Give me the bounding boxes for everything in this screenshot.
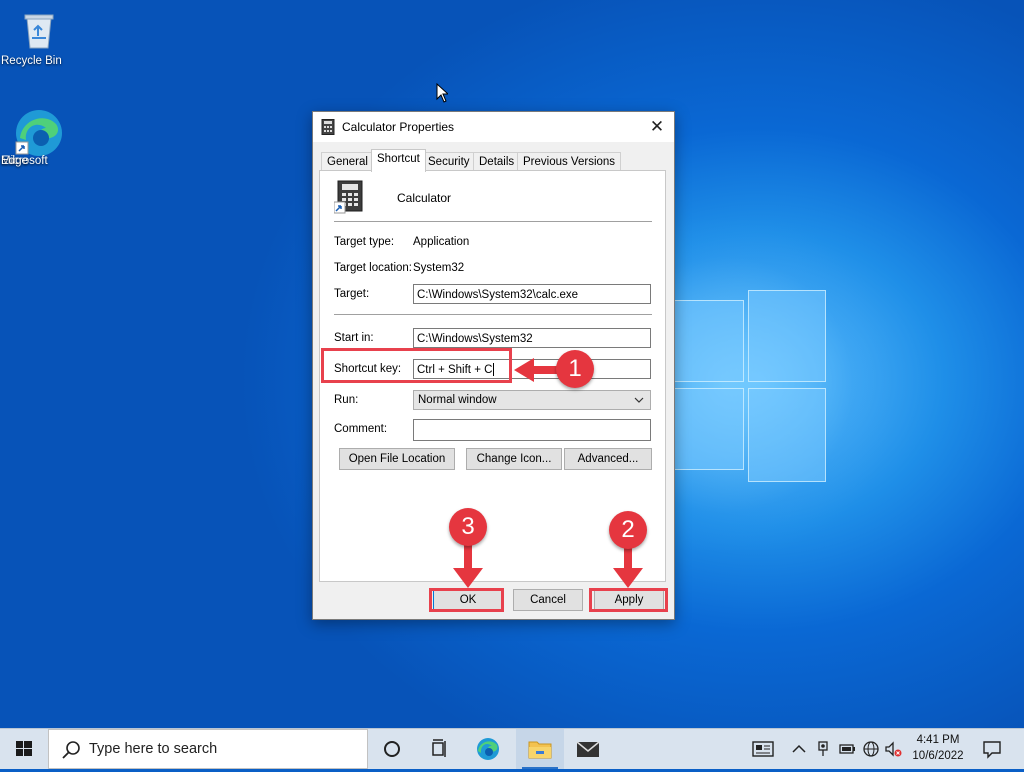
- app-name: Calculator: [397, 191, 452, 205]
- taskbar-file-explorer-button[interactable]: [516, 729, 564, 769]
- taskbar-edge-button[interactable]: [464, 729, 512, 769]
- mouse-cursor-icon: [436, 83, 448, 103]
- recycle-bin-label: Recycle Bin: [1, 55, 62, 67]
- edge-label-line2: Edge: [1, 155, 28, 167]
- calculator-icon: [321, 119, 335, 135]
- close-button[interactable]: ✕: [647, 118, 667, 136]
- windows-logo-wallpaper: [668, 290, 826, 482]
- annotation-arrow-down-icon: [453, 540, 483, 588]
- search-placeholder: Type here to search: [89, 741, 218, 757]
- tab-previous-versions[interactable]: Previous Versions: [517, 152, 622, 171]
- cortana-button[interactable]: [368, 729, 416, 769]
- windows-start-icon: [16, 741, 32, 756]
- start-button[interactable]: [0, 729, 48, 769]
- notification-icon[interactable]: [982, 739, 1002, 759]
- annotation-highlight-ok: [429, 588, 504, 612]
- separator: [334, 314, 652, 315]
- target-type-value: Application: [413, 236, 470, 248]
- recycle-bin-icon: [17, 8, 61, 52]
- edge-icon: [477, 738, 499, 760]
- annotation-badge-3: 3: [449, 508, 487, 546]
- tab-shortcut[interactable]: Shortcut: [371, 149, 426, 172]
- tab-details[interactable]: Details: [473, 152, 521, 171]
- chevron-down-icon: [634, 391, 644, 416]
- dialog-title: Calculator Properties: [342, 120, 455, 134]
- target-location-value: System32: [413, 262, 465, 274]
- chevron-up-icon[interactable]: [790, 740, 808, 758]
- start-in-label: Start in:: [334, 332, 374, 344]
- taskbar: Type here to search 4:41 PM 10/6/2022: [0, 728, 1024, 769]
- edge-icon: [15, 108, 62, 156]
- start-in-input[interactable]: C:\Windows\System32: [413, 328, 651, 348]
- separator: [334, 221, 652, 222]
- change-icon-button[interactable]: Change Icon...: [466, 448, 562, 470]
- cancel-button[interactable]: Cancel: [513, 589, 583, 611]
- comment-label: Comment:: [334, 423, 388, 435]
- run-selected-value: Normal window: [418, 394, 497, 406]
- run-label: Run:: [334, 394, 359, 406]
- volume-muted-icon[interactable]: [884, 740, 902, 758]
- task-view-icon: [432, 739, 446, 757]
- taskbar-clock[interactable]: 4:41 PM 10/6/2022: [906, 732, 970, 764]
- globe-network-icon[interactable]: [862, 740, 880, 758]
- search-icon: [62, 741, 80, 759]
- open-file-location-button[interactable]: Open File Location: [339, 448, 455, 470]
- mail-icon: [576, 741, 600, 757]
- news-icon[interactable]: [752, 740, 774, 758]
- annotation-badge-2: 2: [609, 511, 647, 549]
- tab-strip: General Shortcut Security Details Previo…: [321, 149, 671, 172]
- microsoft-edge-shortcut[interactable]: Microsoft Edge: [1, 108, 77, 167]
- dialog-titlebar[interactable]: Calculator Properties ✕: [313, 112, 674, 142]
- advanced-button[interactable]: Advanced...: [564, 448, 652, 470]
- comment-input[interactable]: [413, 419, 651, 441]
- target-input[interactable]: C:\Windows\System32\calc.exe: [413, 284, 651, 304]
- tab-security[interactable]: Security: [422, 152, 476, 171]
- taskbar-search-box[interactable]: Type here to search: [48, 729, 368, 769]
- recycle-bin-shortcut[interactable]: Recycle Bin: [1, 8, 77, 67]
- annotation-badge-1: 1: [556, 350, 594, 388]
- clock-time: 4:41 PM: [916, 734, 960, 746]
- annotation-highlight-apply: [589, 588, 668, 612]
- target-location-label: Target location:: [334, 262, 412, 274]
- tab-general[interactable]: General: [321, 152, 374, 171]
- calculator-shortcut-icon: [334, 180, 363, 214]
- task-view-button[interactable]: [416, 729, 464, 769]
- cortana-icon: [384, 741, 400, 757]
- file-explorer-icon: [528, 741, 552, 759]
- clock-date: 10/6/2022: [912, 750, 964, 762]
- run-dropdown[interactable]: Normal window: [413, 390, 651, 410]
- annotation-highlight-shortcut-key: [321, 348, 512, 383]
- taskbar-mail-button[interactable]: [564, 729, 612, 769]
- battery-icon[interactable]: [838, 740, 856, 758]
- target-label: Target:: [334, 288, 370, 300]
- target-type-label: Target type:: [334, 236, 395, 248]
- close-icon: ✕: [649, 117, 665, 136]
- network-adapter-icon[interactable]: [814, 740, 832, 758]
